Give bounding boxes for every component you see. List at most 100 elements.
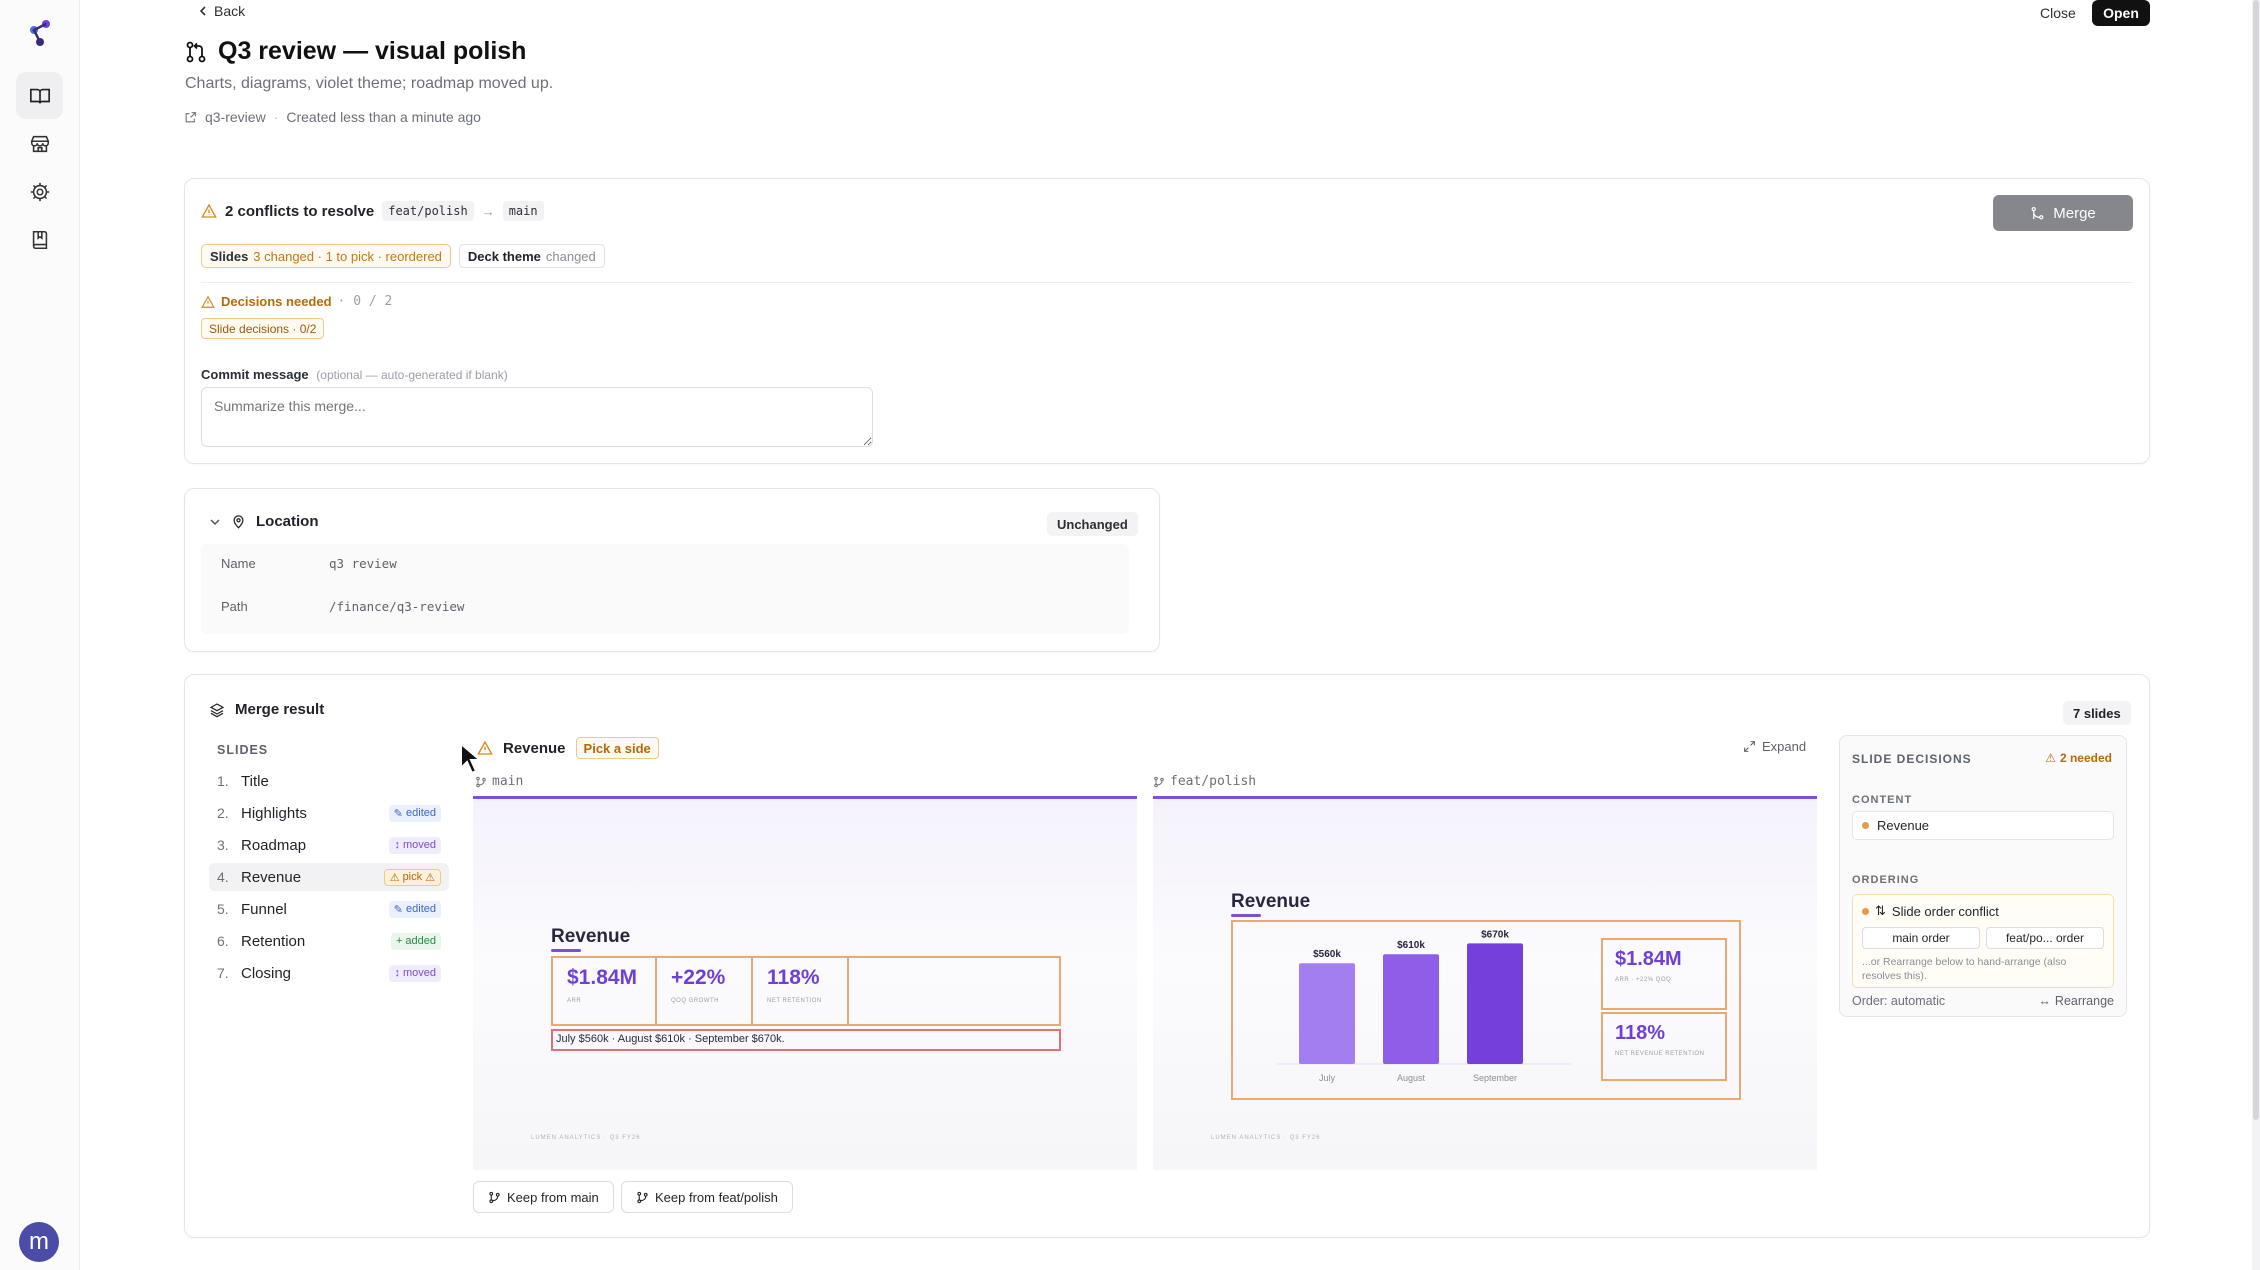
bookmarks-nav-button[interactable] [16, 216, 63, 263]
commit-hint: (optional — auto-generated if blank) [316, 368, 508, 382]
chart-category-label: August [1397, 1073, 1426, 1083]
content-decision-item[interactable]: Revenue [1852, 811, 2114, 840]
order-conflict-label: Slide order conflict [1891, 903, 1999, 919]
location-header[interactable]: Location [209, 513, 319, 530]
ordering-heading: ORDERING [1852, 874, 1920, 886]
kpi-retention: 118% NET RETENTION [753, 958, 849, 1024]
theme-tag-label: Deck theme [467, 248, 541, 264]
expand-label: Expand [1762, 739, 1807, 754]
slide-list-item[interactable]: 3. Roadmap ↕ moved [209, 831, 449, 859]
title-underline [551, 949, 581, 952]
store-icon [30, 135, 49, 152]
commit-message-input[interactable] [201, 387, 873, 447]
rearrange-button[interactable]: ↔ Rearrange [2038, 994, 2114, 1008]
slide-decisions-title: SLIDE DECISIONS [1852, 752, 1972, 766]
rearrange-label: Rearrange [2054, 994, 2114, 1008]
open-button[interactable]: Open [2092, 0, 2150, 26]
divider [201, 282, 2133, 283]
current-slide-title: Revenue [503, 739, 566, 757]
store-nav-button[interactable] [16, 120, 63, 167]
scrollbar-thumb[interactable] [2253, 0, 2259, 1120]
slide-number: 4. [217, 869, 229, 885]
moved-badge: ↕ moved [389, 964, 441, 982]
conflicts-title: 2 conflicts to resolve [225, 202, 375, 220]
slide-name: Title [241, 772, 269, 790]
source-branch-chip: feat/polish [382, 201, 474, 221]
slide-number: 5. [217, 901, 229, 917]
location-key: Name [221, 556, 256, 571]
pencil-icon: ✎ [393, 903, 404, 916]
slide-list-item[interactable]: 1. Title [209, 767, 449, 795]
kpi-value: +22% [671, 966, 726, 989]
merge-button[interactable]: Merge [1993, 195, 2133, 231]
slide-list-item[interactable]: 2. Highlights ✎ edited [209, 799, 449, 827]
user-avatar[interactable]: m [19, 1222, 59, 1262]
slide-decisions-tag[interactable]: Slide decisions · 0/2 [201, 318, 325, 339]
kpi-arr: $1.84M ARR · +22% QOQ [1601, 938, 1727, 1010]
kpi-value: $1.84M [1615, 948, 1682, 970]
location-value: q3 review [329, 556, 397, 571]
kpi-retention: 118% NET REVENUE RETENTION [1601, 1012, 1727, 1081]
location-value: /finance/q3-review [329, 599, 465, 614]
conflicts-header: 2 conflicts to resolve feat/polish → mai… [201, 201, 544, 221]
merge-result-header: Merge result [209, 701, 324, 718]
main-slide-preview[interactable]: Revenue $1.84M ARR +22% QOQ GROWTH 118% … [473, 796, 1137, 1170]
meta-separator: · [273, 109, 279, 125]
kpi-row: $1.84M ARR +22% QOQ GROWTH 118% NET RETE… [551, 956, 1061, 1026]
location-status-badge: Unchanged [1047, 512, 1138, 536]
sort-arrows-icon: ⇅ [1875, 903, 1886, 918]
slides-heading: SLIDES [217, 743, 269, 757]
kpi-growth: +22% QOQ GROWTH [657, 958, 753, 1024]
feat-order-button[interactable]: feat/po... order [1986, 927, 2104, 949]
settings-nav-button[interactable] [16, 168, 63, 215]
kpi-label: ARR [567, 998, 582, 1004]
keep-feat-button[interactable]: Keep from feat/polish [621, 1181, 793, 1213]
kpi-value: $1.84M [567, 966, 638, 989]
edited-badge: ✎ edited [388, 900, 441, 918]
location-key: Path [221, 599, 248, 614]
kpi-label: NET RETENTION [767, 998, 822, 1004]
slide-footer: LUMEN ANALYTICS · Q3 FY26 [1211, 1135, 1321, 1141]
close-button[interactable]: Close [2028, 0, 2088, 26]
slide-count-badge: 7 slides [2063, 701, 2131, 725]
page-title-text: Q3 review — visual polish [218, 37, 527, 65]
kpi-label: QOQ GROWTH [671, 998, 719, 1004]
merge-result-title: Merge result [235, 701, 325, 718]
warning-triangle-icon [201, 295, 215, 308]
chart-category-label: July [1319, 1073, 1336, 1083]
commit-message-label: Commit message (optional — auto-generate… [201, 367, 508, 382]
chevron-down-icon [210, 518, 220, 525]
status-dot [1862, 822, 1869, 829]
slide-list-item[interactable]: 5. Funnel ✎ edited [209, 895, 449, 923]
external-link-icon [185, 111, 196, 122]
vertical-scrollbar[interactable] [2252, 0, 2260, 1270]
expand-button[interactable]: Expand [1743, 739, 1806, 754]
mouse-cursor-icon [460, 742, 483, 775]
slide-list-item[interactable]: 7. Closing ↕ moved [209, 959, 449, 987]
slide-list-item[interactable]: 6. Retention + added [209, 927, 449, 955]
decisions-label: Decisions needed [221, 294, 332, 309]
pick-badge: ⚠ pick ⚠ [383, 868, 441, 886]
keep-main-button[interactable]: Keep from main [473, 1181, 614, 1213]
slide-name: Funnel [241, 900, 287, 918]
map-pin-icon [233, 515, 244, 529]
app-logo-icon[interactable] [24, 16, 56, 48]
layers-icon [209, 702, 225, 717]
plus-icon: + [395, 935, 403, 947]
slide-list: 1. Title 2. Highlights ✎ edited 3. Roadma… [209, 767, 449, 991]
main-order-button[interactable]: main order [1862, 927, 1980, 949]
docs-nav-button[interactable] [16, 72, 63, 119]
theme-conflict-tag[interactable]: Deck theme changed [458, 244, 605, 268]
slides-conflict-tag[interactable]: Slides 3 changed · 1 to pick · reordered [201, 244, 451, 268]
slides-tag-label: Slides [210, 248, 249, 264]
monthly-revenue-text: July $560k · August $610k · September $6… [551, 1029, 1061, 1051]
conflict-tags: Slides 3 changed · 1 to pick · reordered… [201, 244, 605, 268]
slide-list-item-active[interactable]: 4. Revenue ⚠ pick ⚠ [209, 863, 449, 891]
location-row-name: Name q3 review [221, 556, 397, 571]
warning-triangle-icon [201, 203, 217, 218]
deck-link[interactable]: q3-review [205, 109, 266, 125]
back-link[interactable]: Back [198, 3, 245, 19]
kpi-value: 118% [767, 966, 820, 989]
merge-label: Merge [2053, 204, 2096, 222]
feat-slide-preview[interactable]: Revenue $560k July $610k August $670k Septemb… [1153, 796, 1817, 1170]
